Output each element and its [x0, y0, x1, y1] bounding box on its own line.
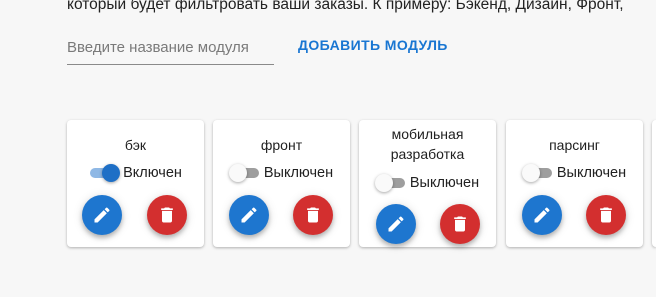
switch-thumb — [228, 164, 247, 182]
add-module-button[interactable]: ДОБАВИТЬ МОДУЛЬ — [298, 37, 448, 53]
delete-button[interactable] — [293, 195, 333, 235]
edit-button[interactable] — [229, 195, 269, 235]
edit-button[interactable] — [376, 204, 416, 244]
module-name-field[interactable] — [67, 31, 274, 65]
switch-thumb — [521, 164, 540, 182]
delete-button[interactable] — [586, 195, 626, 235]
pencil-icon — [388, 216, 404, 232]
enable-switch[interactable] — [374, 173, 406, 193]
module-card-partial — [652, 120, 656, 247]
switch-thumb — [102, 164, 121, 182]
module-toggle: Включен — [67, 163, 204, 183]
delete-button[interactable] — [440, 204, 480, 244]
pencil-icon — [534, 207, 550, 223]
switch-status-label: Выключен — [409, 175, 480, 191]
switch-status-label: Выключен — [263, 165, 334, 181]
module-toggle: Выключен — [213, 163, 350, 183]
module-title: парсинг — [549, 137, 600, 153]
enable-switch[interactable] — [521, 163, 553, 183]
module-title: фронт — [260, 137, 303, 153]
module-card: парсинг Выключен — [506, 120, 643, 247]
intro-text: который будет фильтровать ваши заказы. К… — [67, 0, 624, 13]
switch-thumb — [374, 174, 393, 192]
delete-button[interactable] — [147, 195, 187, 235]
trash-icon — [454, 216, 466, 232]
pencil-icon — [94, 207, 110, 223]
module-name-input[interactable] — [67, 31, 274, 63]
switch-status-label: Выключен — [556, 165, 627, 181]
trash-icon — [161, 207, 173, 223]
module-title: мобильная разработка — [390, 126, 465, 162]
enable-switch[interactable] — [89, 163, 121, 183]
pencil-icon — [241, 207, 257, 223]
edit-button[interactable] — [82, 195, 122, 235]
edit-button[interactable] — [522, 195, 562, 235]
enable-switch[interactable] — [228, 163, 260, 183]
switch-status-label: Включен — [123, 165, 182, 181]
module-card: мобильная разработка Выключен — [359, 120, 496, 247]
trash-icon — [600, 207, 612, 223]
module-card: фронт Выключен — [213, 120, 350, 247]
module-toggle: Выключен — [506, 163, 643, 183]
module-card: бэк Включен — [67, 120, 204, 247]
module-toggle: Выключен — [359, 173, 496, 193]
trash-icon — [307, 207, 319, 223]
module-title: бэк — [124, 137, 147, 153]
